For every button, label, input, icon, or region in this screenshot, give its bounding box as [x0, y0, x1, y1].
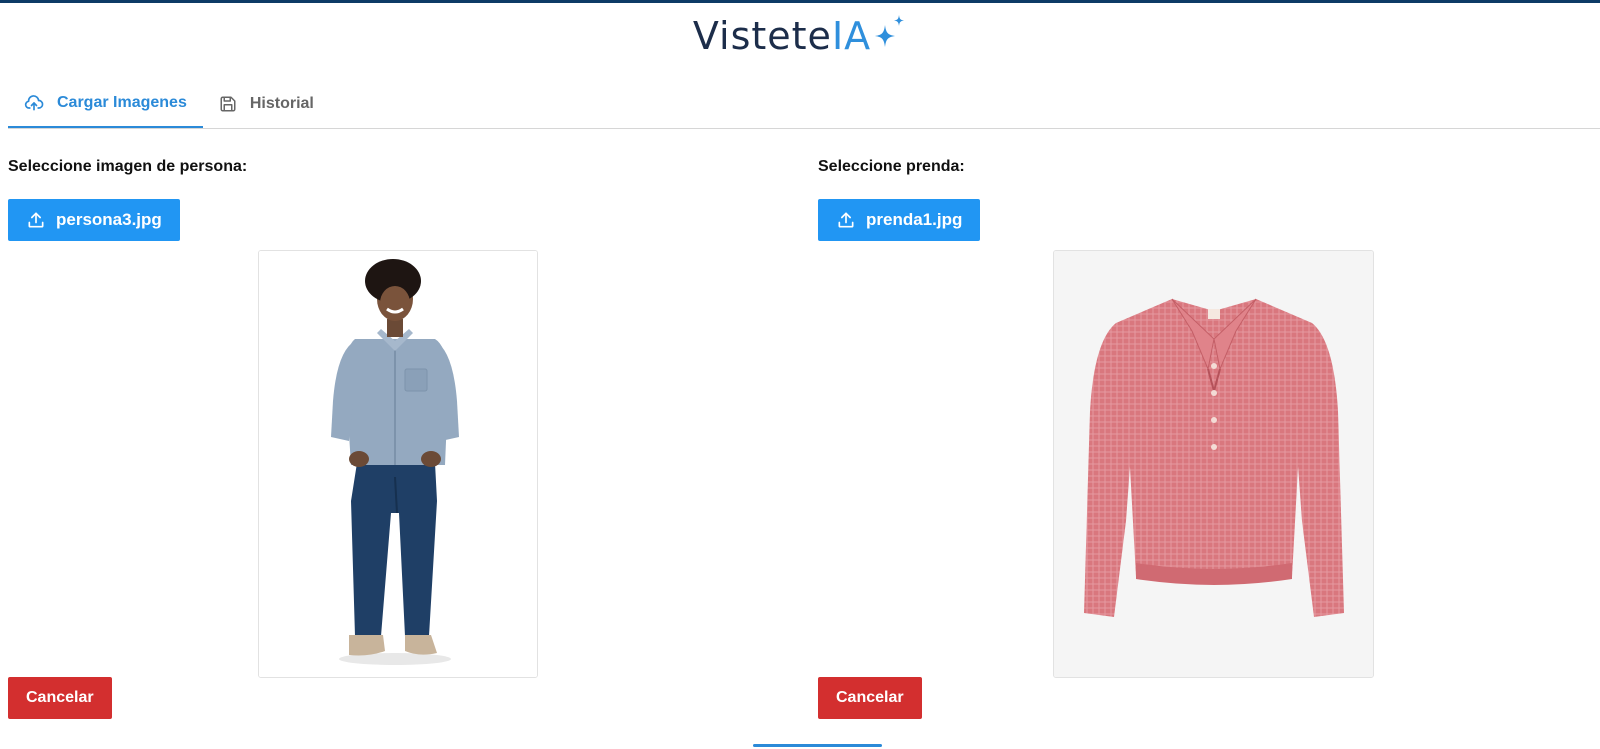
cancel-person-button[interactable]: Cancelar [8, 677, 112, 719]
person-file-name: persona3.jpg [56, 210, 162, 229]
brand-main-text: Vistete [692, 14, 832, 58]
brand-logo: VisteteIA [0, 14, 1600, 58]
upload-icon [838, 212, 854, 228]
upload-icon [28, 212, 44, 228]
garment-photo [1054, 251, 1373, 677]
cancel-label: Cancelar [836, 689, 904, 706]
cloud-upload-icon [24, 95, 44, 111]
tab-bar: Cargar Imagenes Historial [8, 80, 330, 128]
garment-panel: Seleccione prenda: prenda1.jpg Cancelar [818, 156, 1600, 719]
garment-image-preview [1053, 250, 1374, 678]
tab-historial[interactable]: Historial [203, 80, 330, 128]
save-icon [220, 96, 236, 112]
tab-label: Cargar Imagenes [57, 94, 187, 111]
garment-file-name: prenda1.jpg [866, 210, 963, 229]
brand-wordmark: VisteteIA [693, 14, 871, 58]
sparkle-icon [875, 15, 905, 47]
upload-person-button[interactable]: persona3.jpg [8, 199, 180, 241]
cancel-label: Cancelar [26, 689, 94, 706]
brand-accent-text: IA [831, 14, 872, 58]
cancel-garment-button[interactable]: Cancelar [818, 677, 922, 719]
person-panel: Seleccione imagen de persona: persona3.j… [8, 156, 800, 719]
tab-cargar-imagenes[interactable]: Cargar Imagenes [8, 80, 203, 128]
person-image-preview [258, 250, 538, 678]
person-photo [259, 251, 537, 677]
upload-garment-button[interactable]: prenda1.jpg [818, 199, 981, 241]
tabs-divider [8, 128, 1600, 129]
garment-panel-label: Seleccione prenda: [818, 158, 965, 175]
tab-label: Historial [249, 95, 314, 112]
bottom-scroll-indicator [753, 744, 882, 747]
top-accent-bar [0, 0, 1600, 3]
person-panel-label: Seleccione imagen de persona: [8, 158, 248, 175]
